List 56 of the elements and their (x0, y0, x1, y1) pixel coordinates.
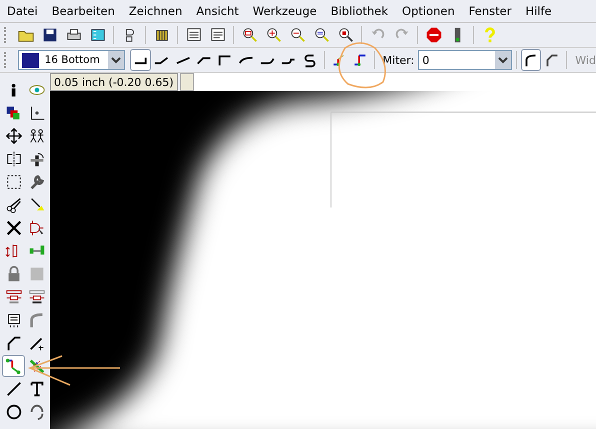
bend-button[interactable] (130, 49, 151, 71)
bend-icon (260, 56, 274, 64)
zoom-out-icon (288, 26, 306, 44)
rotate-icon (28, 150, 46, 168)
move-icon (4, 127, 22, 145)
circle-icon (4, 403, 22, 421)
mirror-icon (4, 150, 22, 168)
bend-icon (238, 56, 254, 64)
zoom-icon (312, 26, 330, 44)
film-icon (88, 26, 106, 44)
miter-label: Miter: (382, 54, 414, 66)
resistor-icon (4, 288, 22, 306)
bend-icon (281, 56, 296, 64)
zoom-icon (336, 26, 354, 44)
layer-value: 16 Bottom (44, 54, 101, 66)
scissors-icon (4, 196, 22, 214)
document-icon (184, 26, 202, 44)
menu-item[interactable]: Datei (0, 4, 45, 18)
corner-icon (28, 311, 46, 329)
bend-icon (134, 56, 147, 64)
info-icon (10, 82, 18, 98)
route-icon (4, 357, 22, 375)
miter-value: 0 (422, 54, 430, 66)
bend-icon (176, 56, 190, 64)
menu-item[interactable]: Optionen (395, 4, 462, 18)
menu-item[interactable]: Bibliothek (324, 4, 396, 18)
close-icon (4, 219, 22, 237)
corner-icon (4, 334, 22, 352)
layer-dropdown[interactable]: 16 Bottom (18, 50, 126, 70)
miter-style-button[interactable] (521, 49, 542, 71)
coordinate-display: 0.05 inch (-0.20 0.65) (50, 73, 178, 91)
menu-item[interactable]: Hilfe (518, 4, 559, 18)
traffic-light-icon (454, 26, 462, 44)
layers-icon (4, 104, 22, 122)
zoom-icon (240, 26, 258, 44)
menu-item[interactable]: Bearbeiten (44, 4, 122, 18)
document-icon (208, 26, 226, 44)
zoom-in-icon (264, 26, 282, 44)
bend-icon (154, 56, 169, 64)
menu-item[interactable]: Ansicht (189, 4, 246, 18)
resistor-icon (28, 288, 46, 306)
figures-icon (28, 127, 46, 145)
arc-icon (28, 403, 46, 421)
wrench-icon (28, 173, 46, 191)
menu-item[interactable]: Werkzeuge (246, 4, 324, 18)
selection-icon (4, 173, 22, 191)
miter-dropdown[interactable]: 0 (418, 50, 512, 70)
gate-symbol-icon (28, 219, 46, 237)
text-icon (28, 380, 46, 398)
square-icon (28, 265, 46, 283)
ripup-icon (28, 357, 46, 375)
menu-item[interactable]: Fenster (462, 4, 518, 18)
stop-sign-icon (424, 26, 442, 44)
menu-item[interactable]: Zeichnen (122, 4, 190, 18)
width-label: Wid (575, 54, 596, 66)
line-icon (4, 380, 22, 398)
